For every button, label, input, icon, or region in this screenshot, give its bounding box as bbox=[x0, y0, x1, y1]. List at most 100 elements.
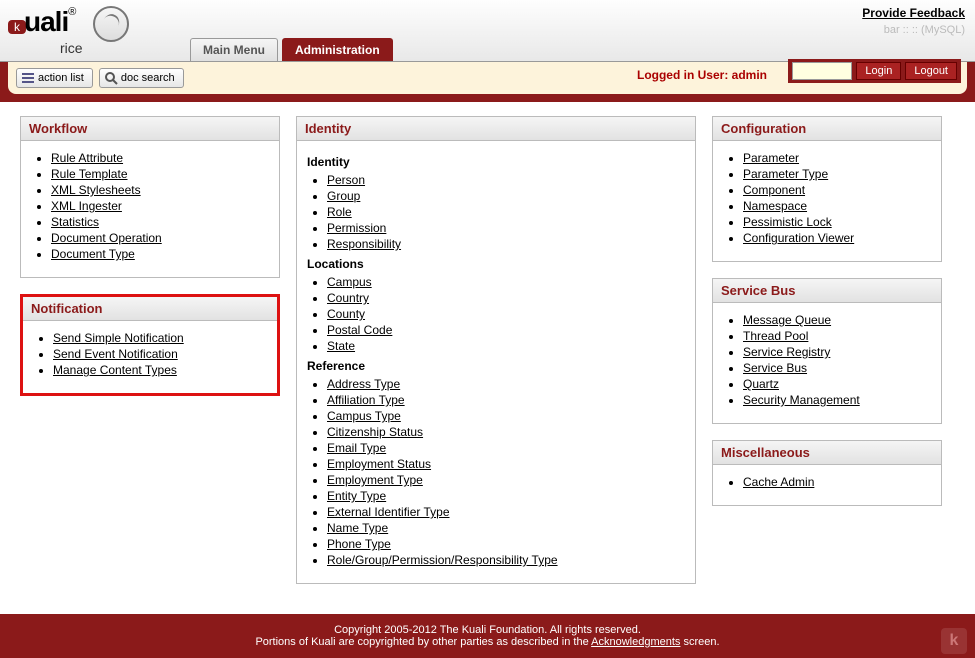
tab-administration[interactable]: Administration bbox=[282, 38, 393, 61]
list-item: Statistics bbox=[51, 215, 269, 229]
action-list-button[interactable]: action list bbox=[16, 68, 93, 88]
link[interactable]: Service Registry bbox=[743, 345, 830, 359]
link[interactable]: Statistics bbox=[51, 215, 99, 229]
link[interactable]: Component bbox=[743, 183, 805, 197]
toolbar-wrap: action list doc search Logged in User: a… bbox=[0, 62, 975, 102]
locations-links: Campus Country County Postal Code State bbox=[327, 275, 685, 353]
list-item: Rule Template bbox=[51, 167, 269, 181]
link[interactable]: Citizenship Status bbox=[327, 425, 423, 439]
list-item: External Identifier Type bbox=[327, 505, 685, 519]
link[interactable]: Person bbox=[327, 173, 365, 187]
panel-header-workflow: Workflow bbox=[21, 117, 279, 141]
list-item: XML Ingester bbox=[51, 199, 269, 213]
doc-search-button[interactable]: doc search bbox=[99, 68, 184, 88]
link[interactable]: Entity Type bbox=[327, 489, 386, 503]
link[interactable]: Campus bbox=[327, 275, 372, 289]
panel-misc: Miscellaneous Cache Admin bbox=[712, 440, 942, 506]
link[interactable]: Phone Type bbox=[327, 537, 391, 551]
link[interactable]: XML Stylesheets bbox=[51, 183, 141, 197]
provide-feedback-link[interactable]: Provide Feedback bbox=[862, 6, 965, 20]
link[interactable]: County bbox=[327, 307, 365, 321]
link[interactable]: XML Ingester bbox=[51, 199, 122, 213]
tab-main-menu[interactable]: Main Menu bbox=[190, 38, 278, 61]
logout-button[interactable]: Logout bbox=[905, 62, 957, 80]
link[interactable]: State bbox=[327, 339, 355, 353]
subhead-identity: Identity bbox=[307, 155, 685, 169]
link[interactable]: Document Type bbox=[51, 247, 135, 261]
list-icon bbox=[21, 71, 35, 85]
notification-links: Send Simple Notification Send Event Notif… bbox=[53, 331, 267, 377]
link[interactable]: Role/Group/Permission/Responsibility Typ… bbox=[327, 553, 558, 567]
link[interactable]: Parameter bbox=[743, 151, 799, 165]
subhead-locations: Locations bbox=[307, 257, 685, 271]
list-item: Configuration Viewer bbox=[743, 231, 931, 245]
list-item: Rule Attribute bbox=[51, 151, 269, 165]
link[interactable]: Rule Attribute bbox=[51, 151, 123, 165]
logo: kuali® rice bbox=[8, 6, 129, 56]
link[interactable]: Send Simple Notification bbox=[53, 331, 184, 345]
link[interactable]: Parameter Type bbox=[743, 167, 828, 181]
subhead-reference: Reference bbox=[307, 359, 685, 373]
link[interactable]: Country bbox=[327, 291, 369, 305]
list-item: Send Event Notification bbox=[53, 347, 267, 361]
list-item: Thread Pool bbox=[743, 329, 931, 343]
app-header: kuali® rice Provide Feedback bar :: :: (… bbox=[0, 0, 975, 62]
list-item: Pessimistic Lock bbox=[743, 215, 931, 229]
login-button[interactable]: Login bbox=[856, 62, 901, 80]
reference-links: Address Type Affiliation Type Campus Type C… bbox=[327, 377, 685, 567]
list-item: State bbox=[327, 339, 685, 353]
list-item: Parameter Type bbox=[743, 167, 931, 181]
list-item: Security Management bbox=[743, 393, 931, 407]
list-item: XML Stylesheets bbox=[51, 183, 269, 197]
login-area: Login Logout bbox=[788, 59, 961, 83]
doc-search-label: doc search bbox=[121, 72, 175, 84]
link[interactable]: Quartz bbox=[743, 377, 779, 391]
list-item: Country bbox=[327, 291, 685, 305]
link[interactable]: Cache Admin bbox=[743, 475, 814, 489]
link[interactable]: Group bbox=[327, 189, 360, 203]
panel-service-bus: Service Bus Message Queue Thread Pool Serv… bbox=[712, 278, 942, 424]
link[interactable]: Employment Type bbox=[327, 473, 423, 487]
link[interactable]: Name Type bbox=[327, 521, 388, 535]
link[interactable]: Postal Code bbox=[327, 323, 392, 337]
panel-header-notification: Notification bbox=[23, 297, 277, 321]
content-area: Workflow Rule Attribute Rule Template XML … bbox=[0, 102, 975, 614]
list-item: Role bbox=[327, 205, 685, 219]
link[interactable]: Manage Content Types bbox=[53, 363, 177, 377]
link[interactable]: Thread Pool bbox=[743, 329, 808, 343]
list-item: County bbox=[327, 307, 685, 321]
list-item: Address Type bbox=[327, 377, 685, 391]
link[interactable]: Rule Template bbox=[51, 167, 128, 181]
list-item: Phone Type bbox=[327, 537, 685, 551]
link[interactable]: Affiliation Type bbox=[327, 393, 405, 407]
link[interactable]: Employment Status bbox=[327, 457, 431, 471]
link[interactable]: External Identifier Type bbox=[327, 505, 450, 519]
link[interactable]: Send Event Notification bbox=[53, 347, 178, 361]
list-item: Document Operation bbox=[51, 231, 269, 245]
service-bus-links: Message Queue Thread Pool Service Registry… bbox=[743, 313, 931, 407]
acknowledgments-link[interactable]: Acknowledgments bbox=[591, 636, 680, 648]
link[interactable]: Document Operation bbox=[51, 231, 162, 245]
link[interactable]: Service Bus bbox=[743, 361, 807, 375]
action-list-label: action list bbox=[38, 72, 84, 84]
login-input[interactable] bbox=[792, 62, 852, 80]
logo-text: uali bbox=[24, 6, 68, 37]
link[interactable]: Role bbox=[327, 205, 352, 219]
link[interactable]: Security Management bbox=[743, 393, 860, 407]
link[interactable]: Namespace bbox=[743, 199, 807, 213]
db-info: bar :: :: (MySQL) bbox=[884, 24, 965, 36]
link[interactable]: Email Type bbox=[327, 441, 386, 455]
search-icon bbox=[104, 71, 118, 85]
link[interactable]: Responsibility bbox=[327, 237, 401, 251]
panel-header-configuration: Configuration bbox=[713, 117, 941, 141]
link[interactable]: Message Queue bbox=[743, 313, 831, 327]
link[interactable]: Campus Type bbox=[327, 409, 401, 423]
link[interactable]: Permission bbox=[327, 221, 386, 235]
link[interactable]: Configuration Viewer bbox=[743, 231, 854, 245]
panel-notification: Notification Send Simple NotificationSen… bbox=[20, 294, 280, 396]
list-item: Component bbox=[743, 183, 931, 197]
list-item: Send Simple Notification bbox=[53, 331, 267, 345]
link[interactable]: Pessimistic Lock bbox=[743, 215, 832, 229]
configuration-links: Parameter Parameter Type Component Namespac… bbox=[743, 151, 931, 245]
link[interactable]: Address Type bbox=[327, 377, 400, 391]
